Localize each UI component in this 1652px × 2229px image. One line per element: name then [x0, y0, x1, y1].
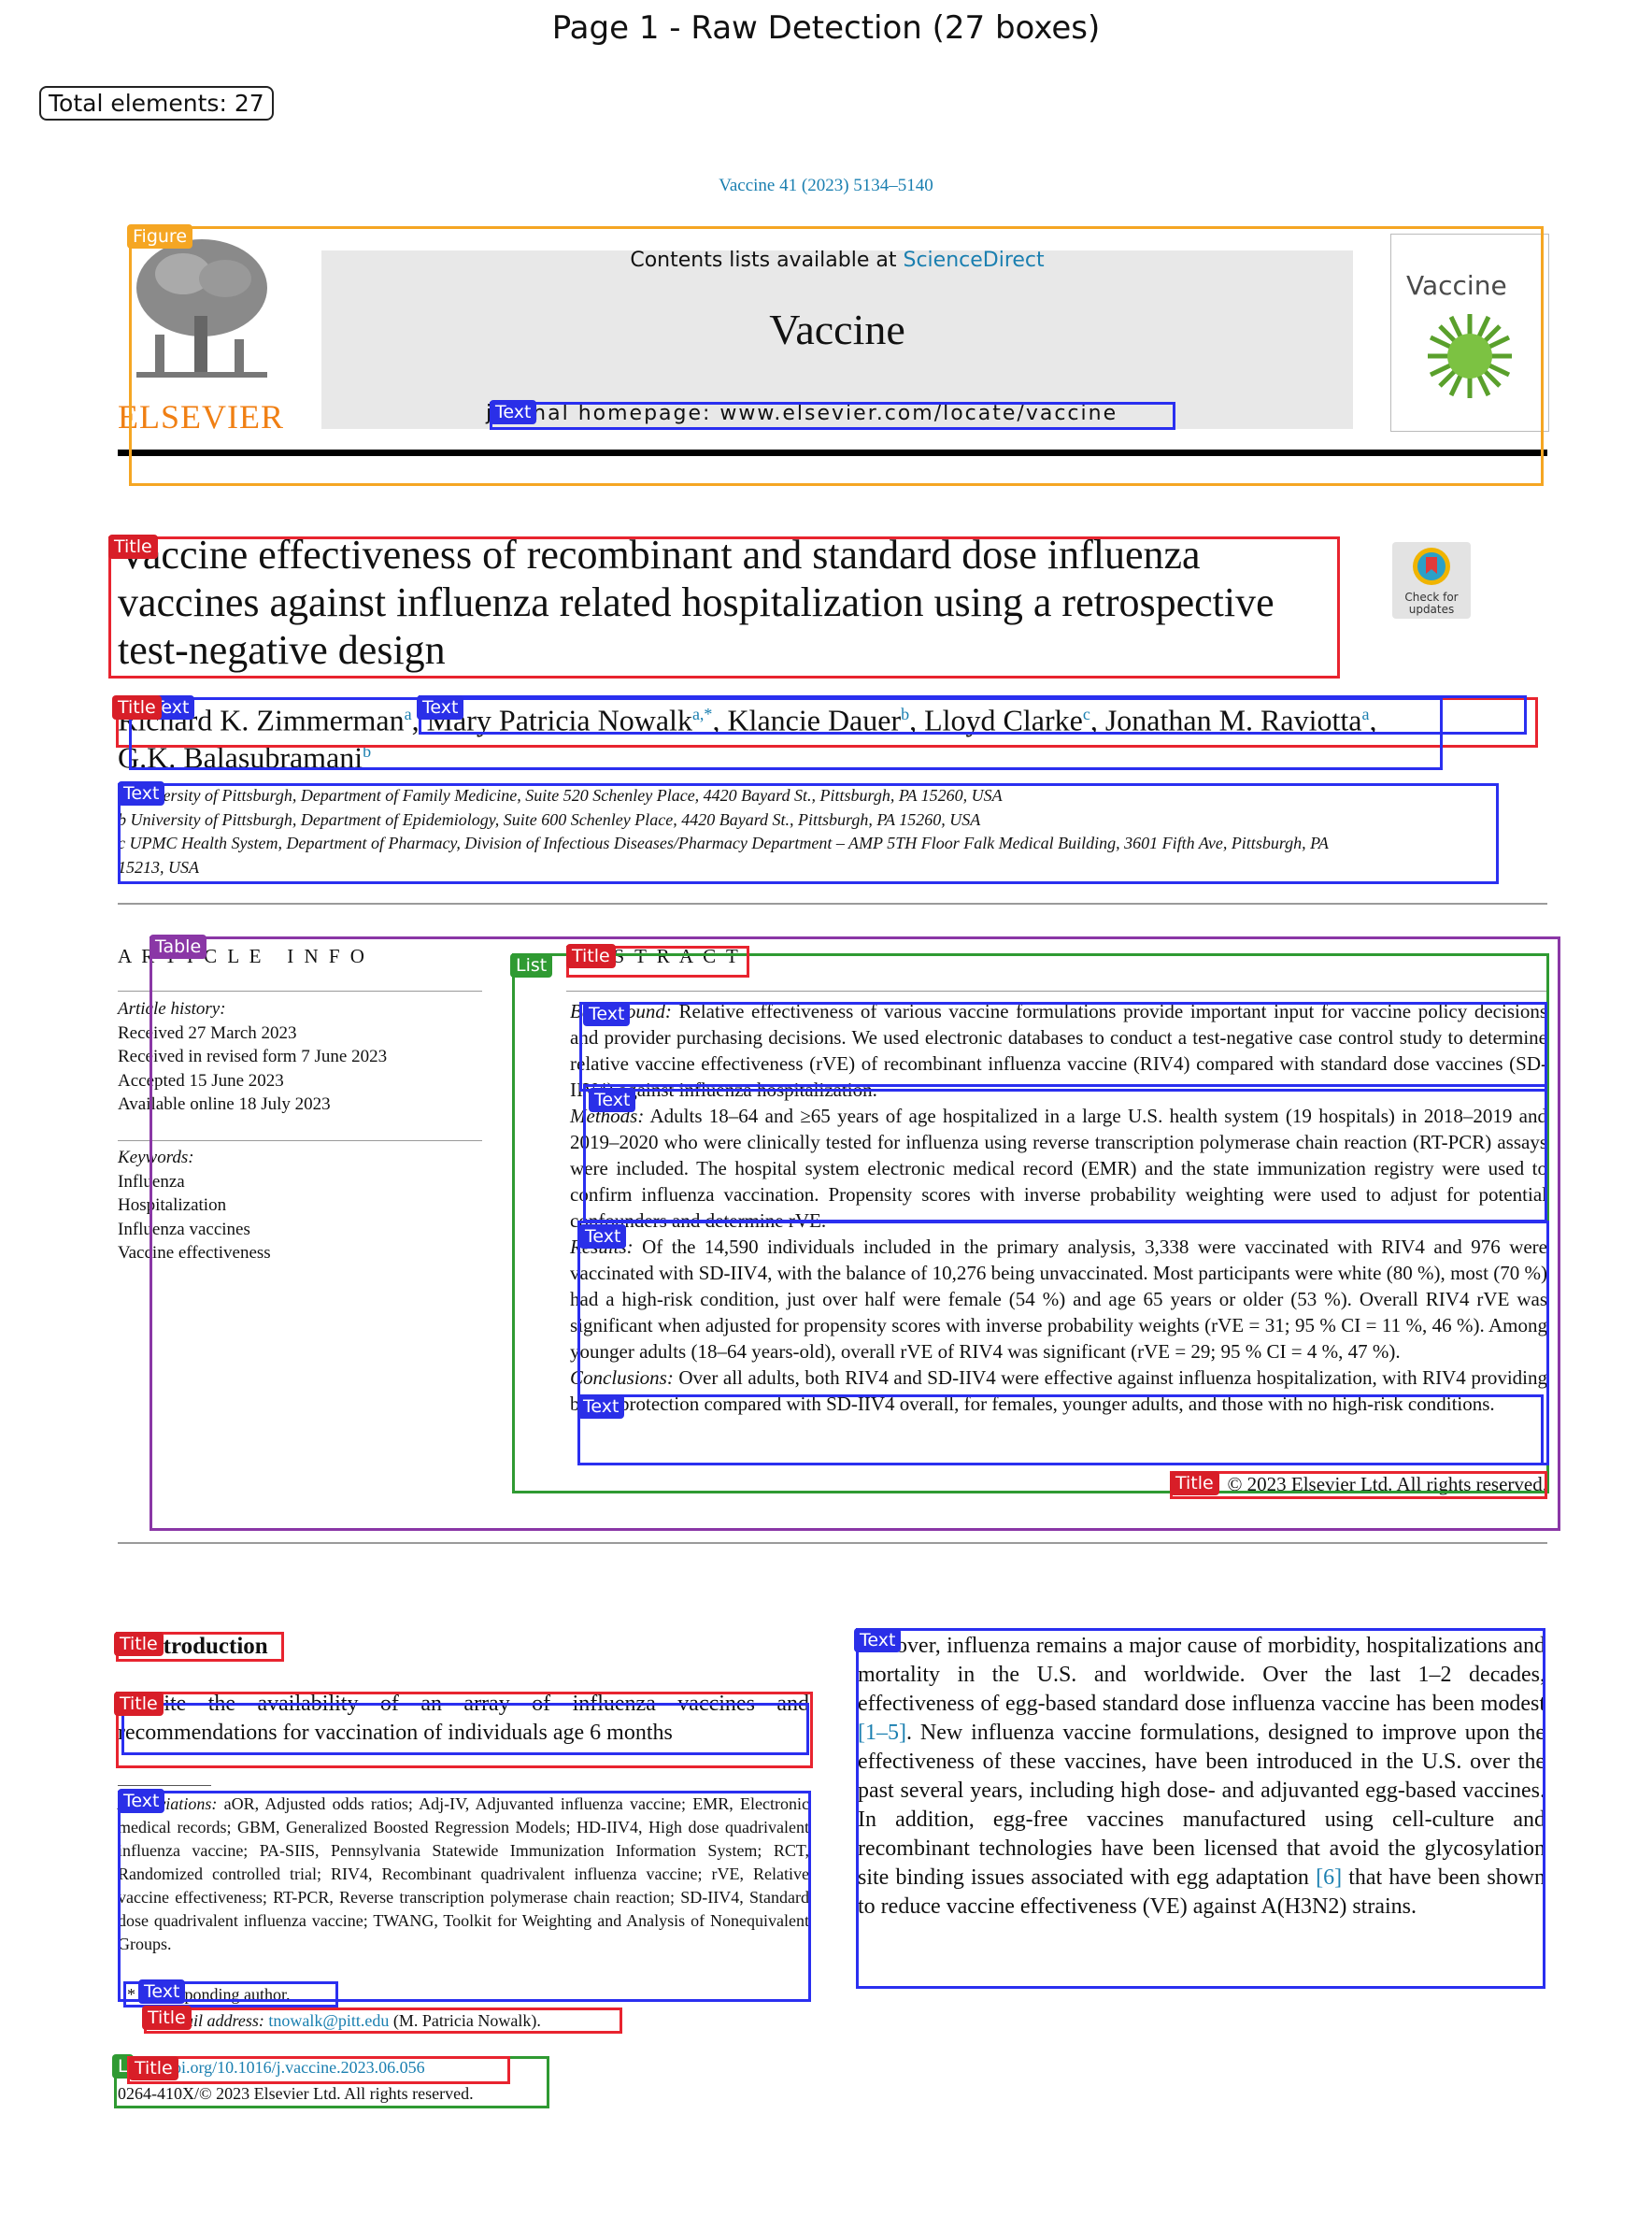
detection-label-text: Text: [577, 1394, 625, 1419]
footnote-divider: [118, 1785, 211, 1786]
detection-label-text: Text: [579, 1224, 627, 1249]
page-title: Page 1 - Raw Detection (27 boxes): [551, 9, 1101, 47]
divider-top: [118, 903, 1547, 905]
detection-label-title: Title: [129, 2056, 178, 2080]
bookmark-icon: [1413, 548, 1450, 585]
detection-label-text: Text: [490, 400, 537, 424]
detection-label-title: Title: [566, 944, 616, 968]
detection-box-copyright: [1170, 1471, 1547, 1499]
journal-citation[interactable]: Vaccine 41 (2023) 5134–5140: [0, 176, 1652, 196]
detection-label-title: Title: [114, 1692, 164, 1716]
detection-box-intro-right: [856, 1628, 1545, 1989]
detection-label-title: Title: [114, 1632, 164, 1656]
detection-label-title: Title: [1170, 1471, 1219, 1495]
check-updates-label: Check for updates: [1404, 591, 1459, 616]
detection-label-text: Text: [118, 1789, 165, 1813]
detection-label-text: Text: [583, 1002, 631, 1026]
detection-box-figure: [129, 226, 1544, 486]
detection-box-doi: [127, 2056, 510, 2084]
detection-label-title: Title: [112, 695, 162, 720]
detection-label-title: Title: [142, 2006, 192, 2030]
detection-box-abbreviations: [118, 1791, 811, 2002]
total-elements-badge: Total elements: 27: [39, 86, 274, 121]
detection-label-text: Text: [118, 781, 165, 806]
detection-box-methods: [583, 1084, 1547, 1222]
detection-box-intro-left-text: [121, 1703, 809, 1755]
detection-box-conclusions: [577, 1394, 1544, 1465]
check-for-updates[interactable]: Check for updates: [1392, 542, 1471, 619]
detection-box-email: [144, 2008, 622, 2034]
detection-label-table: Table: [150, 935, 207, 959]
detection-label-text: Text: [854, 1628, 902, 1652]
divider-bottom: [118, 1542, 1547, 1544]
detection-box-homepage: [490, 402, 1175, 430]
detection-label-figure: Figure: [127, 224, 193, 249]
detection-label-text: Text: [589, 1088, 636, 1112]
detection-label-title: Title: [108, 535, 158, 559]
detection-box-title: [108, 536, 1340, 679]
detection-box-background: [579, 1002, 1547, 1092]
detection-box-author-b: [419, 695, 1527, 735]
detection-label-text: Text: [417, 695, 464, 720]
detection-label-list: List: [510, 953, 553, 978]
detection-box-affiliations: [118, 783, 1499, 884]
detection-label-text: Text: [138, 1979, 186, 2004]
